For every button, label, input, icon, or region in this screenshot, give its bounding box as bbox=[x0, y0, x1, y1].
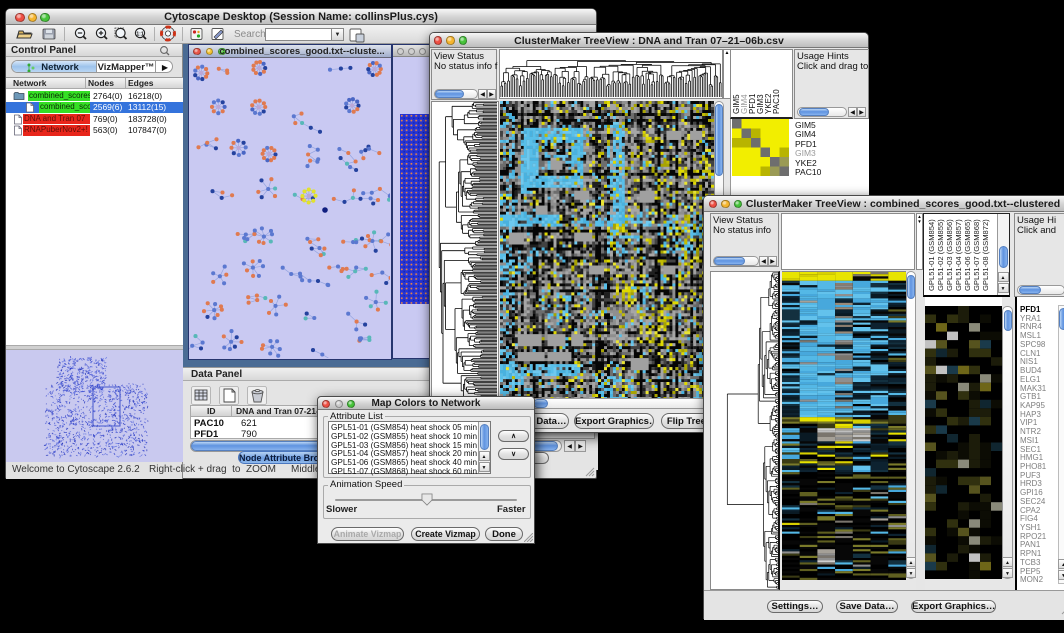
svg-text:Search:: Search: bbox=[234, 29, 268, 40]
svg-text:1:1: 1:1 bbox=[136, 32, 143, 38]
